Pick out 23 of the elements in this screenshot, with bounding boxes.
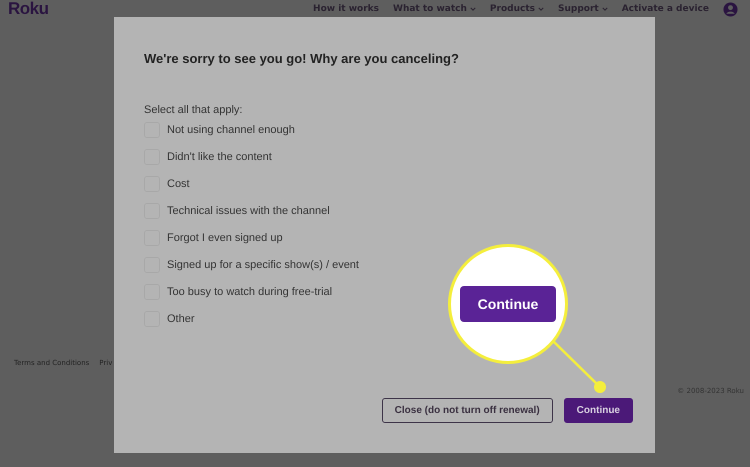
close-button[interactable]: Close (do not turn off renewal) [382, 398, 553, 423]
option-label: Cost [167, 178, 190, 190]
option-label: Forgot I even signed up [167, 232, 283, 244]
continue-button[interactable]: Continue [564, 398, 633, 423]
instruction-text: Select all that apply: [144, 104, 244, 116]
option-label: Technical issues with the channel [167, 205, 330, 217]
account-icon[interactable] [723, 2, 738, 16]
caret-icon [602, 7, 608, 11]
logo[interactable]: Roku [8, 0, 48, 19]
option-label: Not using channel enough [167, 124, 295, 136]
nav-link[interactable]: What to watch [393, 4, 467, 14]
option-label: Didn't like the content [167, 151, 272, 163]
dialog-title: We're sorry to see you go! Why are you canceling? [144, 51, 460, 66]
nav-link[interactable]: Activate a device [622, 4, 709, 14]
caret-icon [538, 7, 544, 11]
caret-icon [470, 7, 476, 11]
continue-button[interactable]: Continue [460, 286, 556, 322]
nav-link[interactable]: How it works [313, 4, 380, 14]
option-label: Other [167, 313, 195, 325]
nav-link[interactable]: Support [558, 4, 599, 14]
nav-link[interactable]: Products [490, 4, 535, 14]
option-label: Too busy to watch during free-trial [167, 286, 332, 298]
option-label: Signed up for a specific show(s) / event [167, 259, 359, 271]
